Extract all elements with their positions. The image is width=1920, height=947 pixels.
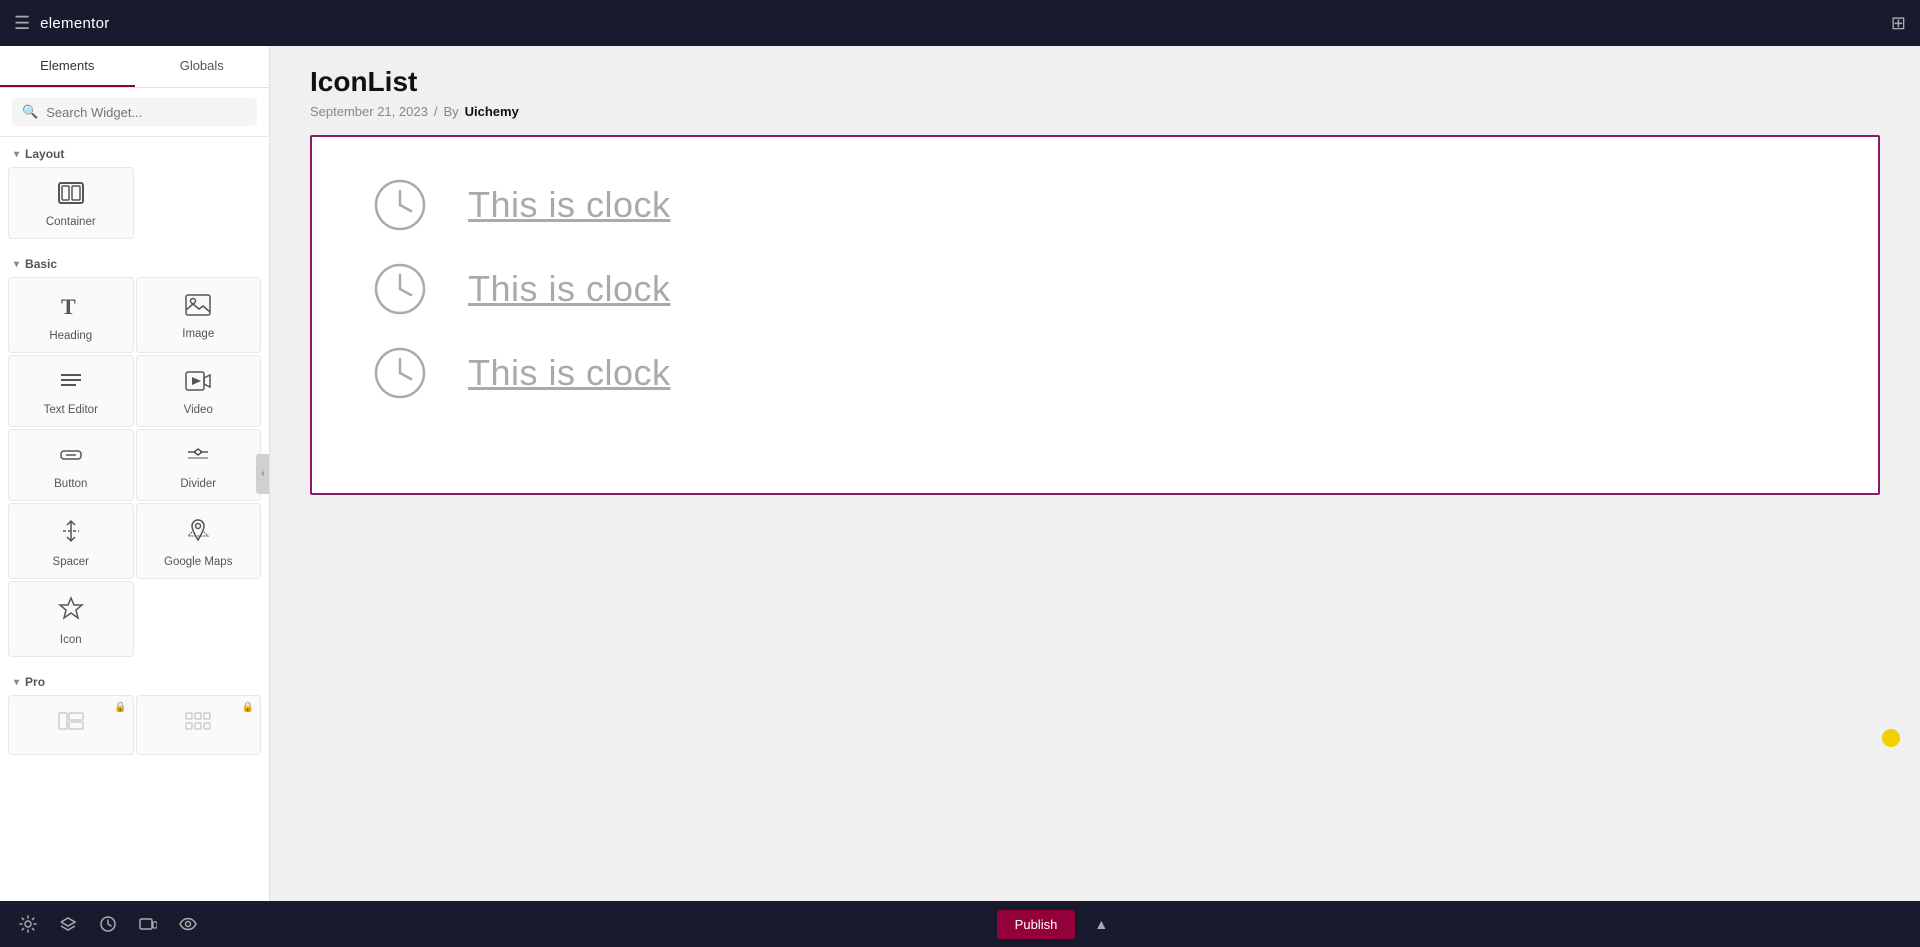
widget-image[interactable]: Image [136, 277, 262, 353]
bottom-left-icons [10, 906, 206, 942]
search-input[interactable] [46, 105, 247, 120]
lock-icon-2: 🔒 [242, 702, 254, 713]
tab-elements[interactable]: Elements [0, 46, 135, 87]
settings-icon-btn[interactable] [10, 906, 46, 942]
container-icon [58, 182, 84, 208]
widget-text-editor[interactable]: Text Editor [8, 355, 134, 427]
divider-label: Divider [180, 478, 216, 490]
widget-divider[interactable]: Divider [136, 429, 262, 501]
svg-text:T: T [61, 294, 76, 318]
canvas-area: IconList September 21, 2023 / By Uichemy… [270, 46, 1920, 901]
meta-author[interactable]: Uichemy [465, 104, 519, 119]
image-label: Image [182, 328, 214, 340]
publish-button[interactable]: Publish [997, 910, 1076, 939]
widget-pro-2[interactable]: 🔒 [136, 695, 262, 755]
hamburger-icon[interactable]: ☰ [14, 13, 30, 34]
section-pro-header: ▾ Pro [0, 665, 269, 695]
meta-date: September 21, 2023 [310, 104, 428, 119]
heading-icon: T [58, 292, 84, 322]
list-item: This is clock [372, 345, 1818, 401]
scroll-up-btn[interactable]: ▲ [1083, 906, 1119, 942]
search-input-wrap: 🔍 [12, 98, 257, 126]
eye-icon-btn[interactable] [170, 906, 206, 942]
list-item-text-1: This is clock [468, 184, 671, 226]
list-item: This is clock [372, 177, 1818, 233]
pro-arrow: ▾ [14, 677, 19, 688]
video-label: Video [184, 404, 213, 416]
responsive-icon-btn[interactable] [130, 906, 166, 942]
google-maps-label: Google Maps [164, 556, 232, 568]
pro2-icon [185, 710, 211, 736]
widget-heading[interactable]: T Heading [8, 277, 134, 353]
layers-icon-btn[interactable] [50, 906, 86, 942]
page-meta: September 21, 2023 / By Uichemy [310, 104, 1880, 119]
widget-container[interactable]: Container [8, 167, 134, 239]
button-label: Button [54, 478, 87, 490]
sidebar: Elements Globals 🔍 ▾ Layout [0, 46, 270, 901]
basic-arrow: ▾ [14, 259, 19, 270]
section-layout-header: ▾ Layout [0, 137, 269, 167]
list-item-text-3: This is clock [468, 352, 671, 394]
widget-pro-1[interactable]: 🔒 [8, 695, 134, 755]
spacer-icon [58, 518, 84, 548]
list-item: This is clock [372, 261, 1818, 317]
google-maps-icon [185, 518, 211, 548]
widget-icon[interactable]: Icon [8, 581, 134, 657]
widget-spacer[interactable]: Spacer [8, 503, 134, 579]
meta-by: By [443, 104, 458, 119]
sidebar-content: ▾ Layout Container ▾ [0, 137, 269, 901]
top-bar: ☰ elementor ⊞ [0, 0, 1920, 46]
sidebar-tabs: Elements Globals [0, 46, 269, 88]
page-header: IconList September 21, 2023 / By Uichemy [310, 66, 1880, 119]
search-icon: 🔍 [22, 104, 38, 120]
top-bar-left: ☰ elementor [14, 13, 110, 34]
app-title: elementor [40, 15, 109, 32]
pro1-icon [58, 710, 84, 736]
button-icon [58, 444, 84, 470]
image-icon [185, 294, 211, 320]
lock-icon-1: 🔒 [114, 702, 126, 713]
icon-list: This is clock This is clock [372, 177, 1818, 401]
tab-globals[interactable]: Globals [135, 46, 270, 87]
text-editor-label: Text Editor [44, 404, 98, 416]
layout-widgets-grid: Container [0, 167, 269, 247]
spacer-label: Spacer [53, 556, 89, 568]
grid-icon[interactable]: ⊞ [1891, 13, 1906, 34]
layout-arrow: ▾ [14, 149, 19, 160]
section-basic-header: ▾ Basic [0, 247, 269, 277]
icon-widget-icon [58, 596, 84, 626]
basic-widgets-grid: T Heading Image [0, 277, 269, 665]
clock-icon-3 [372, 345, 428, 401]
text-editor-icon [58, 370, 84, 396]
meta-separator: / [434, 104, 438, 119]
main-layout: Elements Globals 🔍 ▾ Layout [0, 46, 1920, 901]
container-label: Container [46, 216, 96, 228]
widget-google-maps[interactable]: Google Maps [136, 503, 262, 579]
widget-button[interactable]: Button [8, 429, 134, 501]
heading-label: Heading [49, 330, 92, 342]
pro-widgets-grid: 🔒 🔒 [0, 695, 269, 763]
divider-icon [185, 444, 211, 470]
clock-icon-2 [372, 261, 428, 317]
search-bar: 🔍 [0, 88, 269, 137]
widget-video[interactable]: Video [136, 355, 262, 427]
bottom-toolbar: Publish ▲ [0, 901, 1920, 947]
icon-label: Icon [60, 634, 82, 646]
history-icon-btn[interactable] [90, 906, 126, 942]
sidebar-collapse-handle[interactable]: ‹ [256, 454, 270, 494]
video-icon [185, 370, 211, 396]
canvas-block: This is clock This is clock [310, 135, 1880, 495]
clock-icon-1 [372, 177, 428, 233]
page-title: IconList [310, 66, 1880, 98]
list-item-text-2: This is clock [468, 268, 671, 310]
bottom-center: Publish ▲ [997, 906, 1120, 942]
